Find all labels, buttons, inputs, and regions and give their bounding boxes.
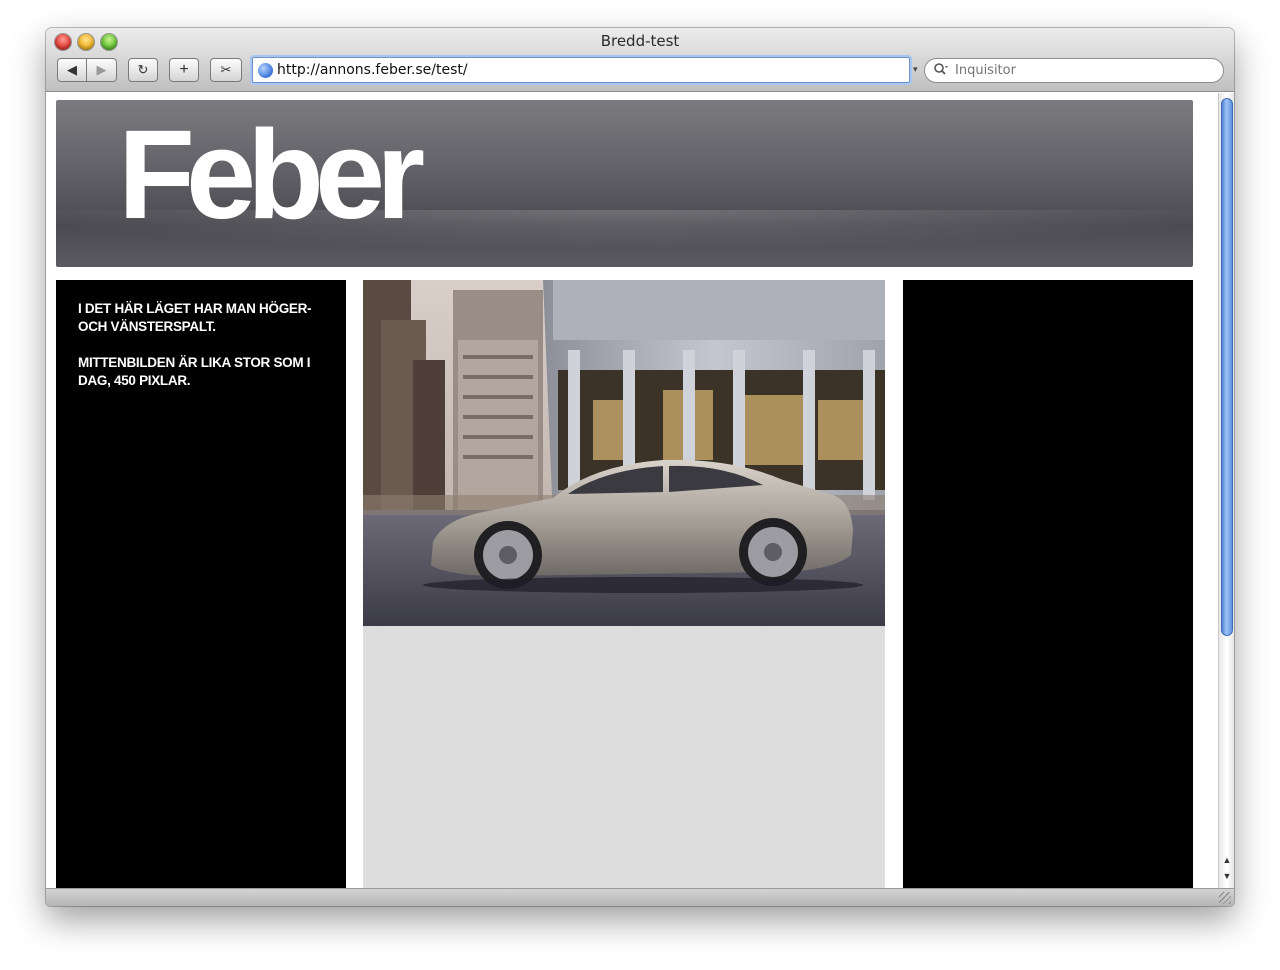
car-photo[interactable]	[363, 280, 885, 626]
url-dropdown-icon[interactable]: ▾	[913, 64, 918, 75]
scroll-down-icon[interactable]: ▼	[1219, 869, 1234, 883]
forward-arrow-icon: ▶	[96, 62, 107, 77]
browser-window: Bredd-test ◀ ▶ ↻ + ✂ http://annons.feber…	[46, 28, 1234, 906]
forward-button[interactable]: ▶	[87, 58, 117, 82]
right-column	[903, 280, 1193, 888]
back-arrow-icon: ◀	[67, 62, 77, 77]
middle-column	[363, 280, 885, 888]
search-input[interactable]	[955, 63, 1185, 78]
left-column: I DET HÄR LÄGET HAR MAN HÖGER- OCH VÄNST…	[56, 280, 346, 888]
search-icon[interactable]	[933, 62, 949, 79]
car-photo-illustration	[363, 280, 885, 626]
plus-icon: +	[179, 61, 189, 78]
search-field[interactable]	[924, 58, 1224, 83]
reload-button[interactable]: ↻	[128, 58, 158, 82]
snapback-button[interactable]: ✂	[210, 58, 242, 82]
address-bar[interactable]: http://annons.feber.se/test/	[252, 57, 910, 83]
reload-icon: ↻	[137, 62, 149, 77]
scrollbar-thumb[interactable]	[1221, 98, 1233, 636]
back-button[interactable]: ◀	[57, 58, 87, 82]
scissors-icon: ✂	[220, 62, 232, 77]
url-text[interactable]: http://annons.feber.se/test/	[277, 62, 468, 78]
left-paragraph-2: MITTENBILDEN ÄR LIKA STOR SOM I DAG, 450…	[78, 355, 311, 388]
resize-grip-icon[interactable]	[1219, 892, 1231, 904]
vertical-scrollbar[interactable]: ▲ ▼	[1218, 93, 1234, 888]
add-bookmark-button[interactable]: +	[169, 58, 199, 82]
left-paragraph-1: I DET HÄR LÄGET HAR MAN HÖGER- OCH VÄNST…	[78, 301, 312, 334]
site-header: Feber	[56, 100, 1193, 267]
page-content: Feber I DET HÄR LÄGET HAR MAN HÖGER- OCH…	[46, 93, 1218, 888]
left-column-text: I DET HÄR LÄGET HAR MAN HÖGER- OCH VÄNST…	[78, 300, 338, 408]
scroll-up-icon[interactable]: ▲	[1219, 853, 1234, 867]
titlebar: Bredd-test ◀ ▶ ↻ + ✂ http://annons.feber…	[46, 28, 1234, 92]
feber-logo[interactable]: Feber	[118, 112, 425, 238]
status-bar	[46, 888, 1234, 906]
globe-icon	[258, 62, 273, 78]
window-title: Bredd-test	[600, 32, 680, 50]
